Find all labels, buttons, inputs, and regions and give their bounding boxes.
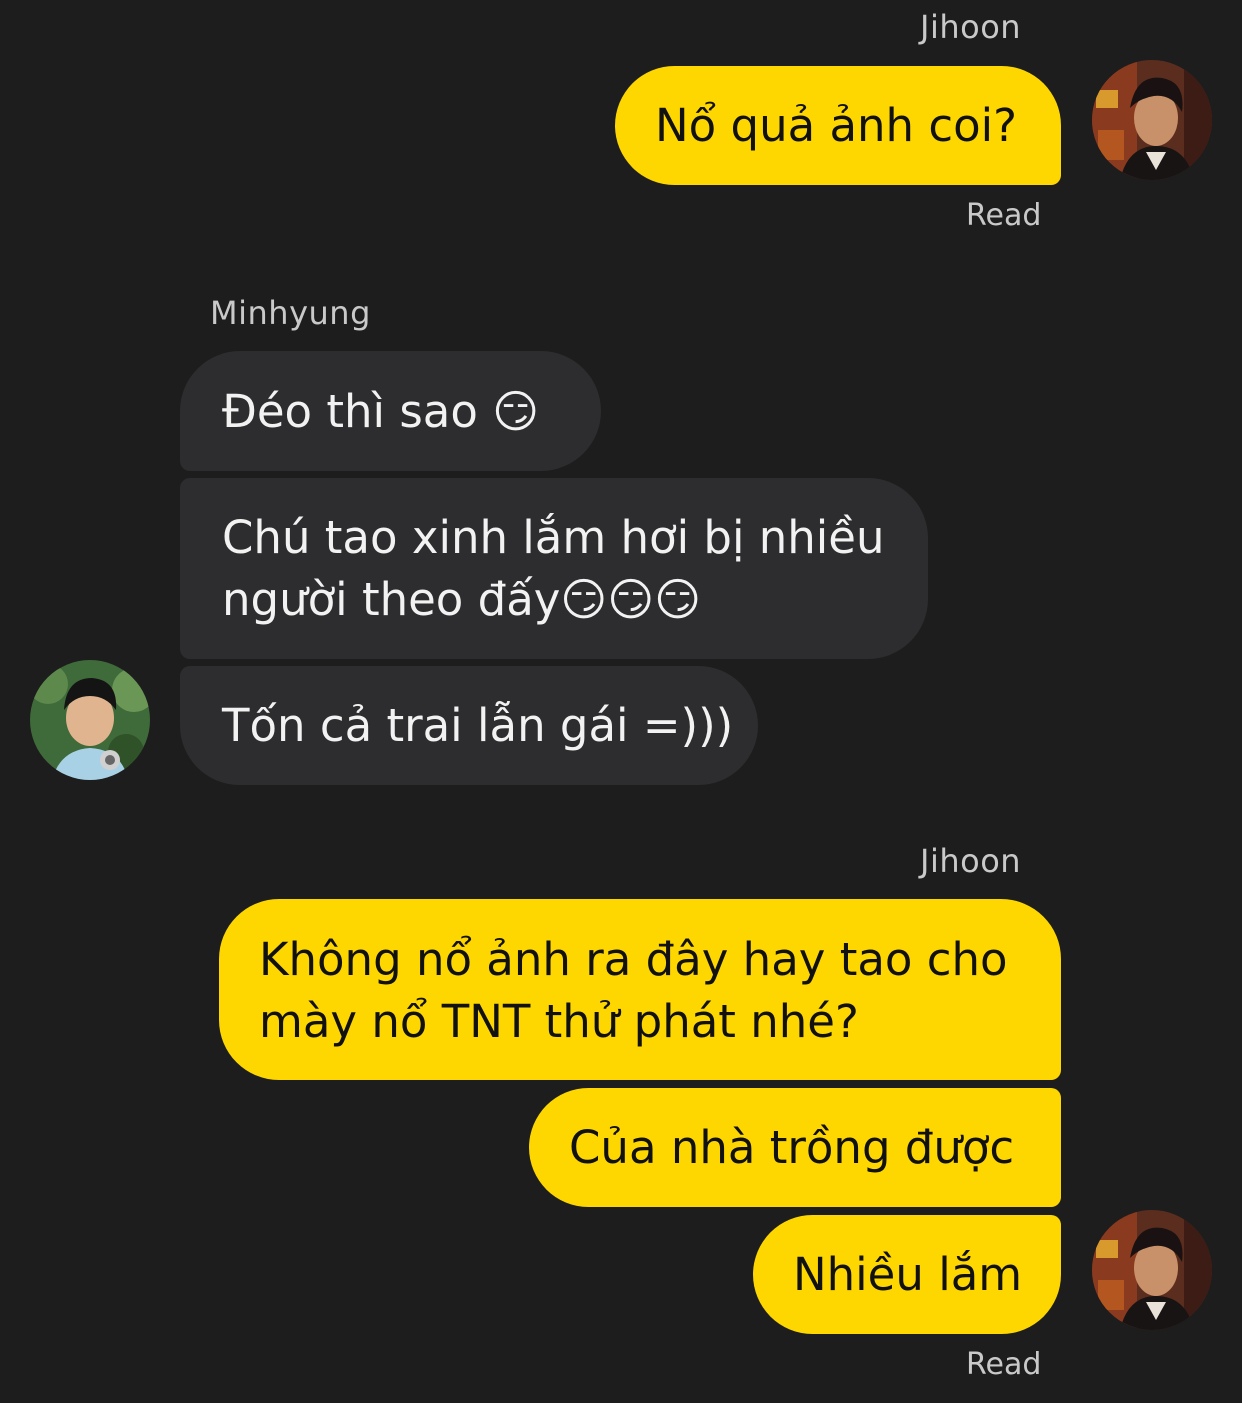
sender-name-jihoon: Jihoon (920, 842, 1022, 880)
message-text: Nhiều lắm (793, 1248, 1023, 1301)
read-receipt: Read (966, 198, 1042, 233)
message-bubble-outgoing[interactable]: Không nổ ảnh ra đây hay tao cho mày nổ T… (219, 899, 1061, 1080)
message-bubble-outgoing[interactable]: Nhiều lắm (753, 1215, 1061, 1334)
sender-name-minhyung: Minhyung (210, 294, 371, 332)
avatar-image (30, 660, 150, 780)
read-receipt: Read (966, 1347, 1042, 1382)
sender-name-jihoon: Jihoon (920, 8, 1022, 46)
avatar-jihoon[interactable] (1092, 1210, 1212, 1330)
avatar-jihoon[interactable] (1092, 60, 1212, 180)
message-bubble-incoming[interactable]: Đéo thì sao 😏 (180, 351, 601, 471)
avatar-minhyung[interactable] (30, 660, 150, 780)
message-text: Của nhà trồng được (569, 1121, 1015, 1174)
message-text: Đéo thì sao 😏 (222, 385, 540, 438)
avatar-image (1092, 60, 1212, 180)
message-bubble-incoming[interactable]: Chú tao xinh lắm hơi bị nhiều người theo… (180, 478, 928, 659)
message-text-line: người theo đấy😏😏😏 (222, 573, 702, 626)
message-text-line: Chú tao xinh lắm hơi bị nhiều (222, 511, 885, 564)
message-text-line: mày nổ TNT thử phát nhé? (259, 995, 859, 1048)
message-text: Tốn cả trai lẫn gái =))) (222, 699, 734, 752)
message-bubble-outgoing[interactable]: Nổ quả ảnh coi? (615, 66, 1061, 185)
avatar-image (1092, 1210, 1212, 1330)
message-text-line: Không nổ ảnh ra đây hay tao cho (259, 933, 1008, 986)
message-bubble-outgoing[interactable]: Của nhà trồng được (529, 1088, 1061, 1207)
message-text: Nổ quả ảnh coi? (655, 99, 1018, 152)
message-bubble-incoming[interactable]: Tốn cả trai lẫn gái =))) (180, 666, 758, 785)
